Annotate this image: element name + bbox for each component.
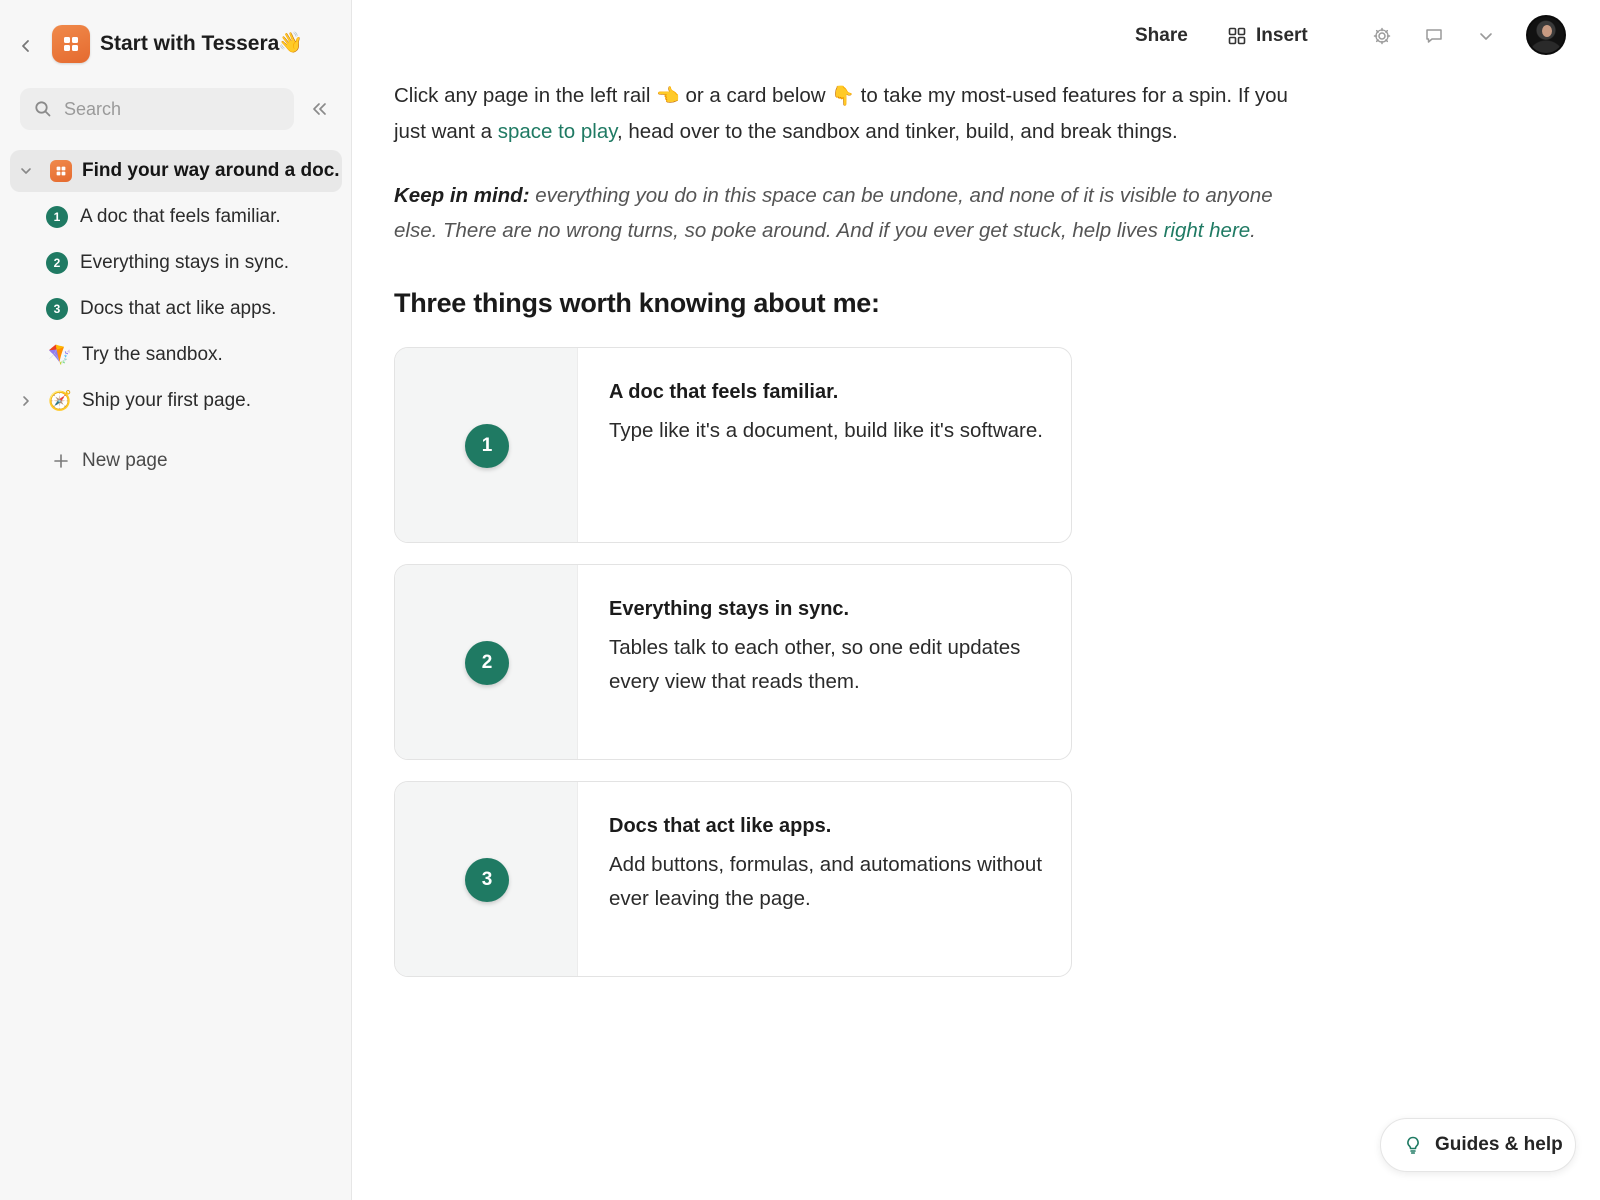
card-body: Tables talk to each other, so one edit u…	[609, 636, 1021, 693]
page-logo-icon	[50, 160, 72, 182]
compass-icon: 🧭	[48, 391, 72, 412]
note-paragraph: Keep in mind: everything you do in this …	[394, 178, 1314, 248]
lightbulb-icon	[1407, 1136, 1419, 1154]
intro-text: or a card below	[679, 84, 832, 107]
comment-icon	[1426, 29, 1442, 43]
number-badge: 1	[46, 206, 68, 228]
more-menu-button[interactable]	[1474, 24, 1498, 48]
card-title: A doc that feels familiar.	[609, 381, 839, 403]
share-label: Share	[1135, 25, 1188, 46]
chevron-down-icon	[1480, 33, 1492, 40]
share-button[interactable]: Share	[1135, 22, 1188, 50]
avatar-face	[1542, 25, 1552, 37]
right-here-link[interactable]: right here	[1164, 219, 1251, 242]
sidebar-header: Start with Tessera 👋	[0, 20, 352, 70]
collapse-sidebar-button[interactable]	[306, 96, 332, 122]
sidebar-item-label: Find your way around a doc.	[82, 160, 340, 181]
search-input[interactable]	[64, 98, 274, 120]
insert-label: Insert	[1256, 25, 1308, 46]
sidebar-item-label: Everything stays in sync.	[80, 252, 290, 273]
pointing-down-emoji: 👇	[831, 86, 855, 107]
gear-icon	[1373, 27, 1391, 45]
search-box[interactable]	[20, 88, 294, 130]
card-body: Add buttons, formulas, and automations w…	[609, 853, 1043, 910]
sidebar-item-ship-first-page[interactable]: 🧭 Ship your first page.	[10, 380, 342, 422]
new-page-button[interactable]: New page	[10, 440, 342, 482]
note-lead: Keep in mind:	[394, 184, 530, 207]
intro-paragraph: Click any page in the left rail 👈 or a c…	[394, 78, 1294, 149]
insert-button[interactable]: Insert	[1228, 22, 1308, 50]
app-logo-icon[interactable]	[52, 25, 90, 63]
chevron-right-icon[interactable]	[18, 393, 34, 409]
guides-help-button[interactable]: Guides & help	[1380, 1118, 1576, 1172]
search-icon	[35, 101, 51, 117]
sidebar-item-act-like-apps[interactable]: 3 Docs that act like apps.	[10, 288, 342, 330]
settings-button[interactable]	[1370, 24, 1394, 48]
search-row	[20, 88, 340, 130]
pointing-left-emoji: 👈	[656, 86, 680, 107]
sidebar-item-label: Ship your first page.	[82, 390, 251, 411]
avatar[interactable]	[1526, 15, 1566, 55]
feature-card-1[interactable]: 1 A doc that feels familiar. Type like i…	[394, 347, 1072, 543]
kite-icon: 🪁	[48, 345, 72, 366]
note-end: .	[1250, 219, 1256, 242]
plus-icon	[52, 452, 70, 470]
intro-text: Click any page in the left rail	[394, 84, 657, 107]
card-title: Everything stays in sync.	[609, 598, 850, 620]
wave-emoji: 👋	[278, 32, 303, 54]
sidebar-item-label: Docs that act like apps.	[80, 298, 277, 319]
feature-card-3[interactable]: 3 Docs that act like apps. Add buttons, …	[394, 781, 1072, 977]
doc-title[interactable]: Start with Tessera	[100, 32, 279, 56]
card-number-panel: 3	[395, 782, 578, 976]
feature-card-2[interactable]: 2 Everything stays in sync. Tables talk …	[394, 564, 1072, 760]
topbar: Share Insert	[352, 0, 1600, 72]
number-circle: 3	[465, 858, 509, 902]
number-badge: 2	[46, 252, 68, 274]
sidebar: Start with Tessera 👋 Find your way aroun…	[0, 0, 352, 1200]
card-title: Docs that act like apps.	[609, 815, 832, 837]
space-to-play-link[interactable]: space to play	[498, 120, 617, 143]
grid-icon	[1228, 27, 1246, 45]
comments-button[interactable]	[1422, 24, 1446, 48]
sidebar-item-doc-familiar[interactable]: 1 A doc that feels familiar.	[10, 196, 342, 238]
sidebar-item-label: A doc that feels familiar.	[80, 206, 281, 227]
collapse-sidebar-icon	[313, 103, 326, 115]
new-page-label: New page	[82, 450, 168, 471]
card-body: Type like it's a document, build like it…	[609, 419, 1043, 442]
section-heading: Three things worth knowing about me:	[394, 288, 880, 318]
card-number-panel: 2	[395, 565, 578, 759]
back-button[interactable]	[14, 34, 38, 58]
chevron-down-icon[interactable]	[18, 163, 34, 179]
number-circle: 1	[465, 424, 509, 468]
card-number-panel: 1	[395, 348, 578, 542]
chevron-left-icon	[22, 40, 29, 52]
sidebar-item-stays-in-sync[interactable]: 2 Everything stays in sync.	[10, 242, 342, 284]
intro-text: , head over to the sandbox and tinker, b…	[616, 120, 1178, 143]
sidebar-item-find-your-way[interactable]: Find your way around a doc.	[10, 150, 342, 192]
sidebar-item-label: Try the sandbox.	[82, 344, 223, 365]
guides-help-label: Guides & help	[1435, 1134, 1563, 1155]
number-badge: 3	[46, 298, 68, 320]
sidebar-item-sandbox[interactable]: 🪁 Try the sandbox.	[10, 334, 342, 376]
number-circle: 2	[465, 641, 509, 685]
app-window: Start with Tessera 👋 Find your way aroun…	[0, 0, 1600, 1200]
